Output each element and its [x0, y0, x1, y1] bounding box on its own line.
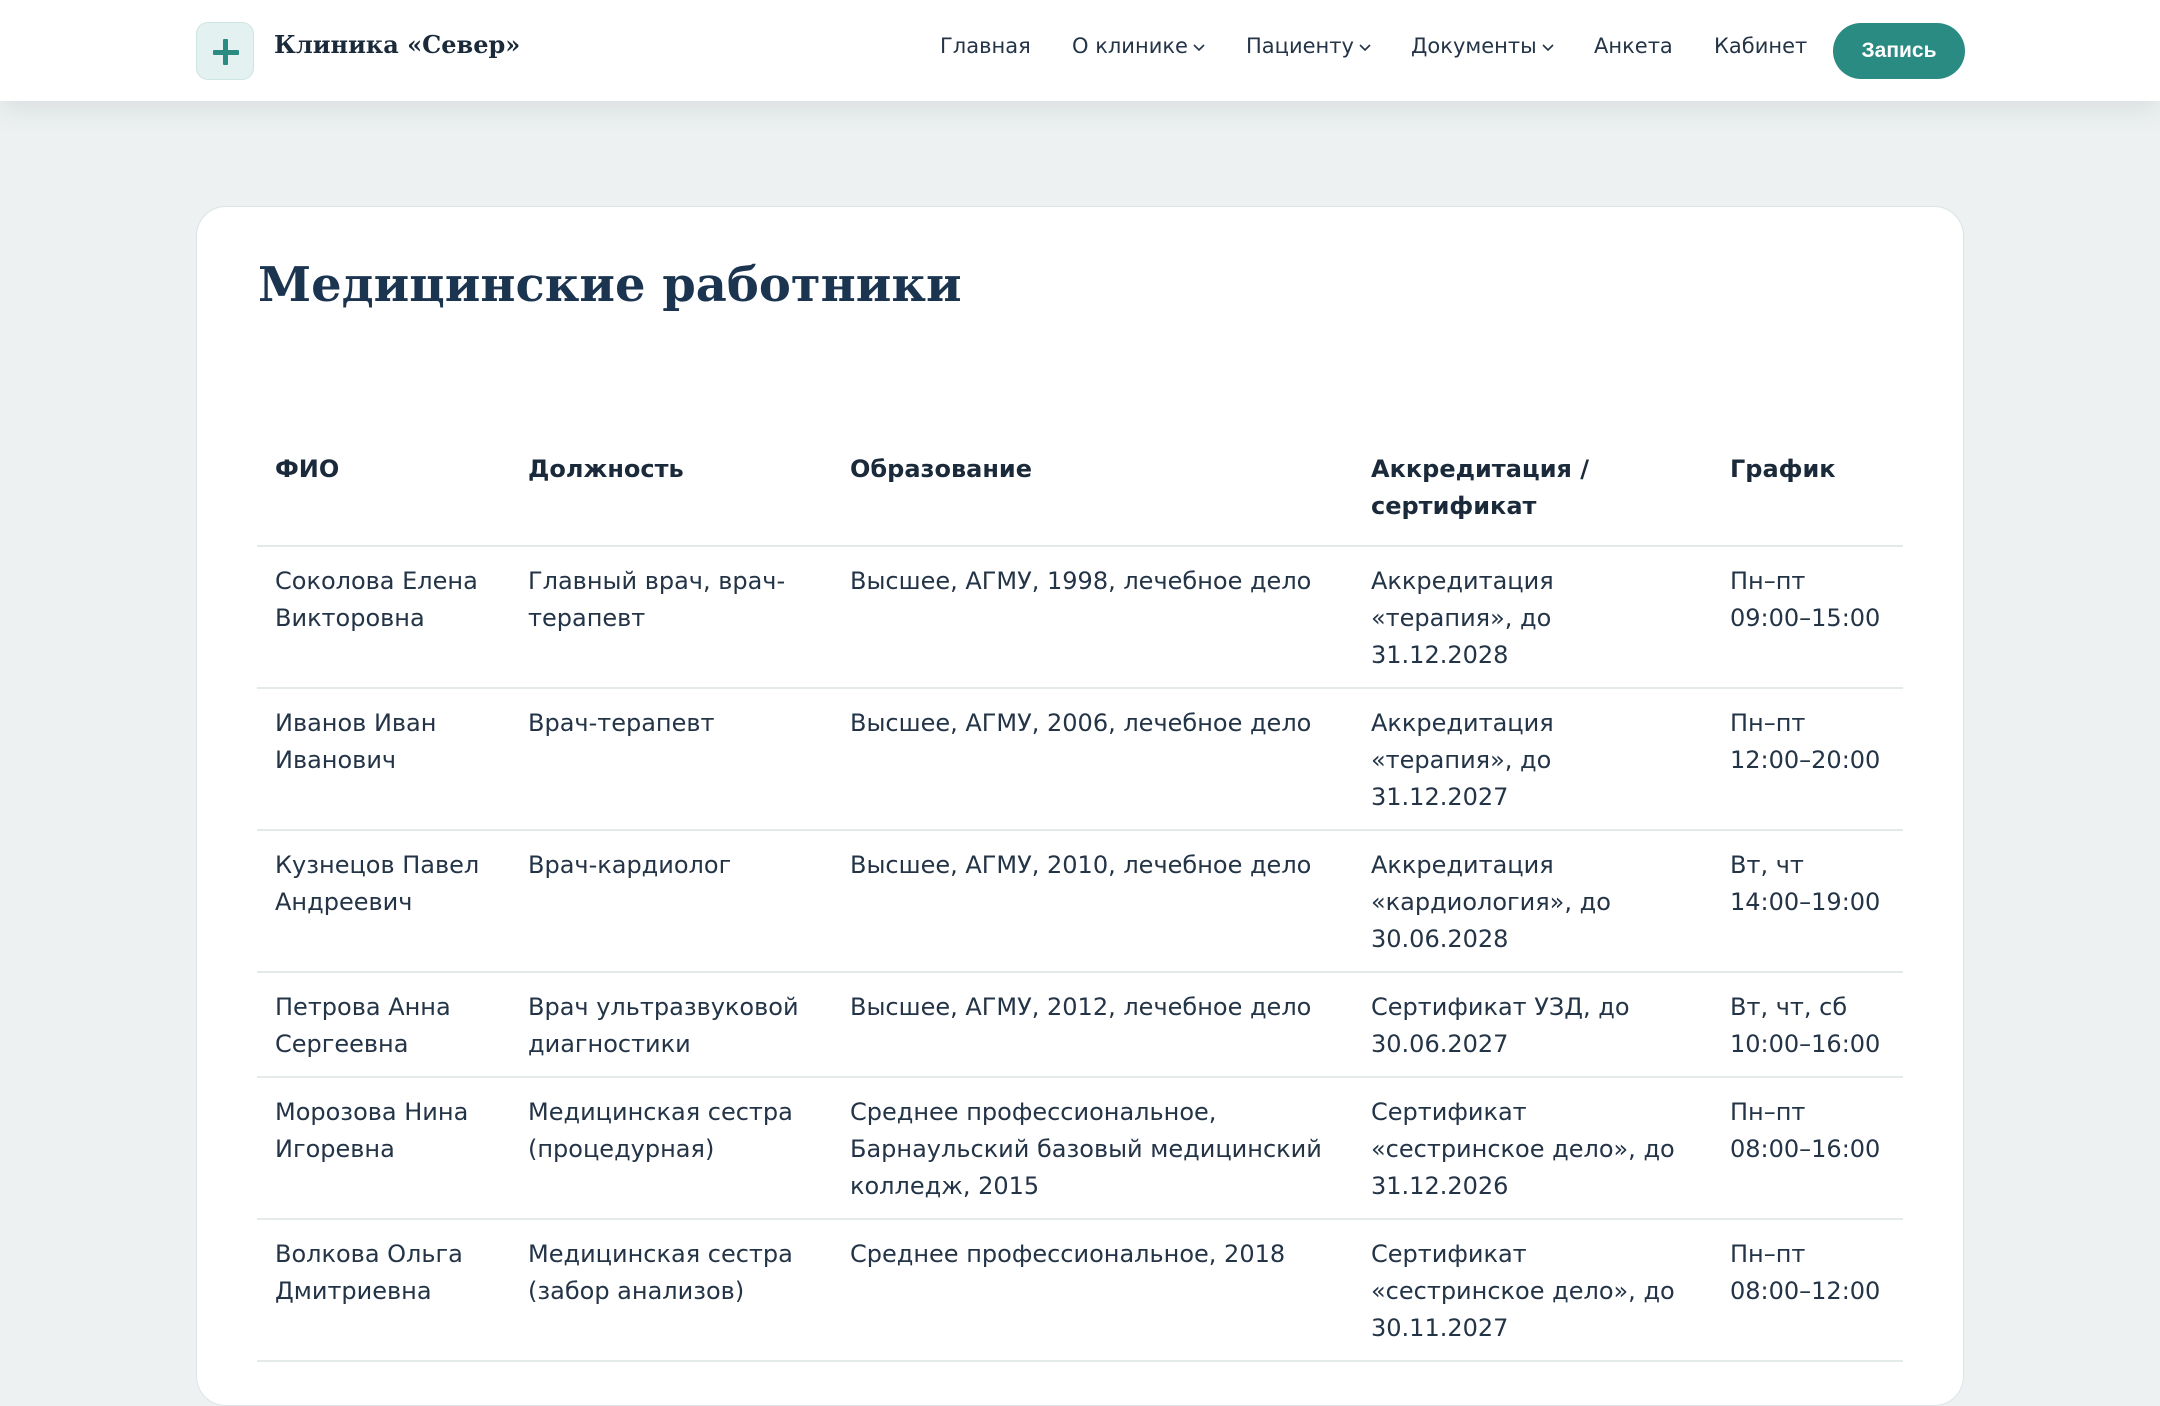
- cell-education: Высшее, АГМУ, 2010, лечебное дело: [832, 830, 1353, 973]
- cell-position: Медицинская сестра (забор анализов): [510, 1219, 832, 1362]
- nav-label: Главная: [940, 34, 1031, 58]
- cell-accreditation: Аккредитация «терапия», до 31.12.2028: [1353, 546, 1712, 689]
- cell-position: Главный врач, врач-терапевт: [510, 546, 832, 689]
- cell-accreditation: Сертификат «сестринское дело», до 30.11.…: [1353, 1219, 1712, 1362]
- cell-name: Кузнецов Павел Андреевич: [257, 830, 510, 973]
- nav-survey[interactable]: Анкета: [1594, 34, 1673, 58]
- cell-name: Волкова Ольга Дмитриевна: [257, 1219, 510, 1362]
- table-header: ФИО Должность Образование Аккредитация /…: [257, 443, 1903, 547]
- chevron-down-icon: [1359, 44, 1371, 52]
- nav-account[interactable]: Кабинет: [1714, 34, 1807, 58]
- cell-position: Врач ультразвуковой диагностики: [510, 972, 832, 1078]
- chevron-down-icon: [1193, 44, 1205, 52]
- nav-documents[interactable]: Документы: [1411, 34, 1555, 58]
- staff-table: ФИО Должность Образование Аккредитация /…: [257, 443, 1903, 1362]
- cell-schedule: Вт, чт, сб 10:00–16:00: [1712, 972, 1903, 1078]
- nav-label: Документы: [1411, 34, 1537, 58]
- cell-education: Высшее, АГМУ, 2012, лечебное дело: [832, 972, 1353, 1078]
- appointment-button[interactable]: Запись: [1833, 23, 1965, 79]
- cell-accreditation: Аккредитация «кардиология», до 30.06.202…: [1353, 830, 1712, 973]
- column-header-position: Должность: [510, 443, 832, 547]
- chevron-down-icon: [1542, 44, 1554, 52]
- cell-accreditation: Сертификат УЗД, до 30.06.2027: [1353, 972, 1712, 1078]
- cell-schedule: Пн–пт 12:00–20:00: [1712, 688, 1903, 831]
- cell-education: Высшее, АГМУ, 2006, лечебное дело: [832, 688, 1353, 831]
- table-body: Соколова Елена Викторовна Главный врач, …: [257, 546, 1903, 1362]
- column-header-name: ФИО: [257, 443, 510, 547]
- cell-name: Морозова Нина Игоревна: [257, 1077, 510, 1220]
- table-row: Кузнецов Павел Андреевич Врач-кардиолог …: [257, 830, 1903, 973]
- cell-position: Медицинская сестра (процедурная): [510, 1077, 832, 1220]
- site-header: Клиника «Север» Главная О клинике Пациен…: [0, 0, 2160, 101]
- cell-name: Иванов Иван Иванович: [257, 688, 510, 831]
- cell-position: Врач-кардиолог: [510, 830, 832, 973]
- nav-label: Пациенту: [1246, 34, 1354, 58]
- table-row: Петрова Анна Сергеевна Врач ультразвуков…: [257, 972, 1903, 1078]
- cell-schedule: Пн–пт 08:00–16:00: [1712, 1077, 1903, 1220]
- cell-accreditation: Аккредитация «терапия», до 31.12.2027: [1353, 688, 1712, 831]
- nav-label: Кабинет: [1714, 34, 1808, 58]
- cell-position: Врач-терапевт: [510, 688, 832, 831]
- cell-education: Среднее профессиональное, Барнаульский б…: [832, 1077, 1353, 1220]
- cell-schedule: Пн–пт 09:00–15:00: [1712, 546, 1903, 689]
- column-header-schedule: График: [1712, 443, 1903, 547]
- page-title: Медицинские работники: [258, 257, 962, 313]
- table-row: Морозова Нина Игоревна Медицинская сестр…: [257, 1077, 1903, 1220]
- staff-card: Медицинские работники ФИО Должность Обра…: [196, 206, 1964, 1406]
- brand-name[interactable]: Клиника «Север»: [274, 30, 520, 59]
- cell-schedule: Пн–пт 08:00–12:00: [1712, 1219, 1903, 1362]
- nav-about[interactable]: О клинике: [1072, 34, 1206, 58]
- cell-name: Соколова Елена Викторовна: [257, 546, 510, 689]
- plus-icon[interactable]: [196, 22, 254, 80]
- column-header-education: Образование: [832, 443, 1353, 547]
- column-header-accreditation: Аккредитация / сертификат: [1353, 443, 1712, 547]
- cell-schedule: Вт, чт 14:00–19:00: [1712, 830, 1903, 973]
- cell-education: Среднее профессиональное, 2018: [832, 1219, 1353, 1362]
- table-row: Соколова Елена Викторовна Главный врач, …: [257, 546, 1903, 689]
- table-row: Волкова Ольга Дмитриевна Медицинская сес…: [257, 1219, 1903, 1362]
- table-header-row: ФИО Должность Образование Аккредитация /…: [257, 443, 1903, 547]
- table-row: Иванов Иван Иванович Врач-терапевт Высше…: [257, 688, 1903, 831]
- nav-label: О клинике: [1072, 34, 1188, 58]
- cell-education: Высшее, АГМУ, 1998, лечебное дело: [832, 546, 1353, 689]
- nav-patient[interactable]: Пациенту: [1246, 34, 1372, 58]
- cell-accreditation: Сертификат «сестринское дело», до 31.12.…: [1353, 1077, 1712, 1220]
- cell-name: Петрова Анна Сергеевна: [257, 972, 510, 1078]
- nav-label: Анкета: [1594, 34, 1673, 58]
- nav-home[interactable]: Главная: [940, 34, 1031, 58]
